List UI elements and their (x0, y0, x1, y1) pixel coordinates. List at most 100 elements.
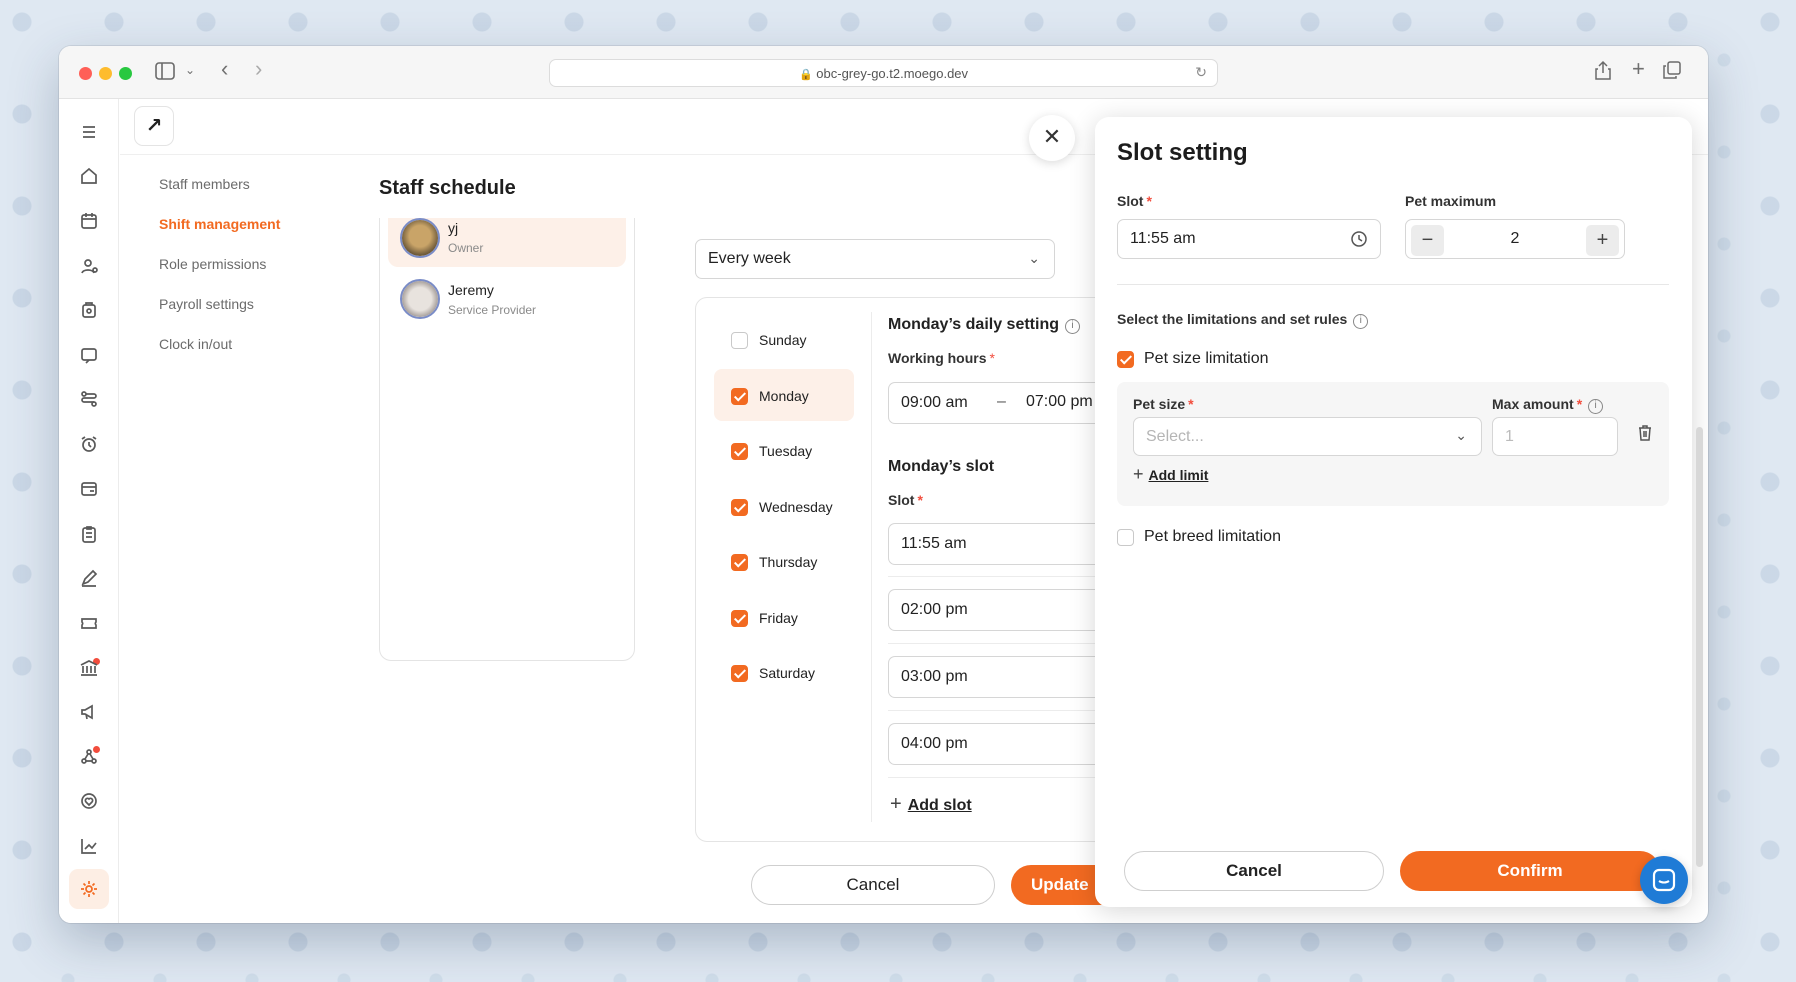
slot-section-title: Monday’s slot (888, 458, 995, 475)
range-dash: – (997, 393, 1006, 410)
pet-maximum-stepper[interactable]: − 2 + (1405, 219, 1625, 259)
close-window-button[interactable] (79, 67, 92, 80)
panel-cancel-button[interactable]: Cancel (1124, 851, 1384, 891)
maximize-window-button[interactable] (119, 67, 132, 80)
info-icon[interactable]: i (1353, 314, 1369, 329)
lock-icon: 🔒 (798, 69, 813, 81)
workflow-icon[interactable] (78, 388, 100, 410)
subnav-clock-in-out[interactable]: Clock in/out (159, 336, 232, 352)
day-checkbox-saturday[interactable] (731, 665, 748, 682)
add-slot-button[interactable]: + Add slot (890, 793, 972, 816)
app-sidebar (59, 99, 119, 923)
chat-icon[interactable] (1640, 856, 1688, 904)
max-amount-label: Max amount * i (1492, 396, 1604, 414)
network-icon[interactable] (78, 746, 100, 768)
page-title: Staff schedule (379, 177, 516, 199)
clock-icon[interactable] (1350, 230, 1368, 253)
end-time[interactable]: 07:00 pm (1026, 393, 1093, 411)
pet-size-limitation-label[interactable]: Pet size limitation (1144, 350, 1269, 368)
day-label[interactable]: Monday (759, 388, 809, 404)
max-amount-input[interactable]: 1 (1492, 417, 1618, 456)
address-bar[interactable]: 🔒 obc-grey-go.t2.moego.dev ↻ (549, 59, 1218, 87)
day-label[interactable]: Wednesday (759, 499, 833, 515)
calendar-icon[interactable] (78, 210, 100, 232)
avatar (400, 279, 440, 319)
divider (1117, 284, 1669, 285)
info-icon[interactable]: i (1065, 319, 1080, 334)
divider (888, 643, 1115, 644)
minimize-window-button[interactable] (99, 67, 112, 80)
subnav-role-permissions[interactable]: Role permissions (159, 256, 266, 272)
day-label[interactable]: Tuesday (759, 443, 812, 459)
info-icon[interactable]: i (1588, 399, 1604, 414)
add-limit-button[interactable]: + Add limit (1133, 464, 1208, 485)
increment-button[interactable]: + (1586, 225, 1619, 256)
limitations-title: Select the limitations and set rules i (1117, 311, 1369, 329)
subnav-payroll-settings[interactable]: Payroll settings (159, 296, 254, 312)
day-checkbox-friday[interactable] (731, 609, 748, 627)
avatar (400, 218, 440, 258)
divider (871, 312, 872, 822)
client-icon[interactable] (78, 255, 100, 277)
pet-breed-limitation-label[interactable]: Pet breed limitation (1144, 528, 1281, 546)
confirm-button[interactable]: Confirm (1400, 851, 1660, 891)
new-tab-icon[interactable]: + (1632, 58, 1645, 80)
menu-icon[interactable] (78, 121, 100, 143)
message-icon[interactable] (78, 344, 100, 366)
slot-label: Slot * (888, 492, 923, 508)
day-checkbox-wednesday[interactable] (731, 498, 748, 516)
sidebar-toggle-icon[interactable] (155, 62, 175, 85)
share-icon[interactable] (1595, 60, 1611, 85)
chevron-down-icon: ⌄ (1455, 427, 1467, 443)
slot-time-input[interactable]: 11:55 am (1117, 219, 1381, 259)
repeat-value: Every week (708, 250, 791, 267)
booking-icon[interactable] (78, 299, 100, 321)
chevron-down-icon[interactable]: ⌄ (185, 60, 195, 80)
close-icon[interactable]: ✕ (1029, 115, 1075, 161)
alarm-icon[interactable] (78, 433, 100, 455)
staff-name: yj (448, 220, 459, 236)
subnav-staff-members[interactable]: Staff members (159, 176, 250, 192)
start-time[interactable]: 09:00 am (901, 394, 968, 412)
divider (888, 710, 1115, 711)
url-text: obc-grey-go.t2.moego.dev (816, 66, 969, 81)
tabs-overview-icon[interactable] (1663, 61, 1681, 84)
settings-icon[interactable] (78, 878, 100, 900)
subnav-shift-management[interactable]: Shift management (159, 216, 280, 232)
day-label[interactable]: Thursday (759, 554, 817, 570)
pet-size-limitation-checkbox[interactable] (1117, 351, 1134, 368)
clipboard-icon[interactable] (78, 523, 100, 545)
payment-icon[interactable] (78, 478, 100, 500)
megaphone-icon[interactable] (78, 701, 100, 723)
reload-icon[interactable]: ↻ (1195, 64, 1207, 81)
plus-icon: + (1133, 464, 1144, 484)
back-icon[interactable]: ‹ (221, 58, 228, 80)
pen-icon[interactable] (78, 567, 100, 589)
day-label[interactable]: Sunday (759, 332, 806, 348)
pet-size-select[interactable]: Select... ⌄ (1133, 417, 1482, 456)
pet-size-rule-box: Pet size * Select... ⌄ Max amount * i 1 + Ad… (1117, 382, 1669, 506)
forward-icon[interactable]: › (255, 58, 262, 80)
trash-icon[interactable] (1637, 424, 1653, 447)
divider (888, 777, 1115, 778)
heart-icon[interactable] (78, 790, 100, 812)
browser-toolbar: ⌄ ‹ › 🔒 obc-grey-go.t2.moego.dev ↻ + (59, 46, 1708, 99)
app-logo[interactable]: ↗ (134, 106, 174, 146)
day-label[interactable]: Saturday (759, 665, 815, 681)
repeat-select[interactable]: Every week ⌄ (695, 239, 1055, 279)
day-checkbox-monday[interactable] (731, 387, 748, 405)
day-checkbox-thursday[interactable] (731, 554, 748, 571)
staff-name[interactable]: Jeremy (448, 282, 494, 298)
chart-icon[interactable] (78, 835, 100, 857)
day-label[interactable]: Friday (759, 610, 798, 626)
ticket-icon[interactable] (78, 612, 100, 634)
chevron-down-icon: ⌄ (1028, 250, 1040, 266)
day-checkbox-sunday[interactable] (731, 332, 748, 349)
slot-label: Slot * (1117, 193, 1152, 209)
day-checkbox-tuesday[interactable] (731, 443, 748, 460)
pet-breed-limitation-checkbox[interactable] (1117, 529, 1134, 546)
scrollbar[interactable] (1696, 427, 1703, 867)
bank-icon[interactable] (78, 657, 100, 679)
cancel-button[interactable]: Cancel (751, 865, 995, 905)
home-icon[interactable] (78, 165, 100, 187)
